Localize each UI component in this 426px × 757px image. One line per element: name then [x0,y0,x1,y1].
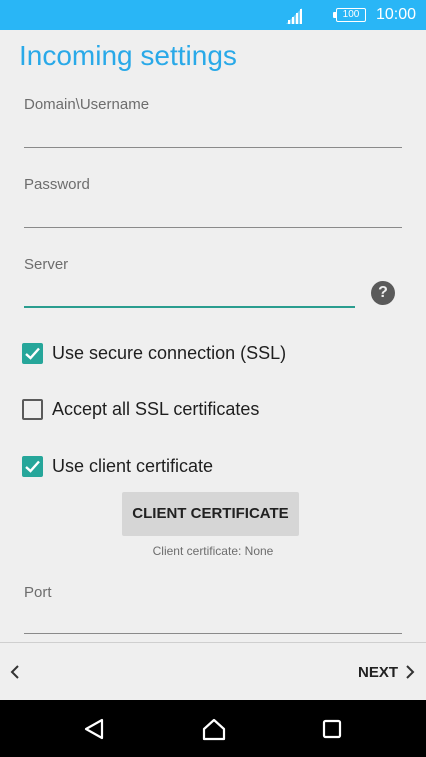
username-field[interactable] [24,147,402,148]
port-field[interactable] [24,633,402,634]
accept-all-ssl-checkbox[interactable] [22,398,43,420]
system-nav-bar [0,700,426,757]
status-bar: 100 10:00 [0,0,426,30]
nav-divider [0,642,426,643]
system-back-icon[interactable] [83,717,105,741]
status-time: 10:00 [375,6,416,23]
client-cert-option[interactable]: Use client certificate [22,454,213,478]
client-cert-label: Use client certificate [52,455,214,476]
battery-icon: 100 [333,8,366,22]
ssl-checkbox[interactable] [22,342,43,364]
client-certificate-button[interactable]: CLIENT CERTIFICATE [122,492,299,536]
password-field[interactable] [24,227,402,228]
client-cert-checkbox[interactable] [22,455,43,477]
page-title: Incoming settings [19,40,237,71]
system-home-icon[interactable] [201,717,227,741]
back-chevron-icon[interactable] [6,662,26,682]
chevron-right-icon [406,665,415,679]
ssl-option[interactable]: Use secure connection (SSL) [22,341,286,365]
accept-all-ssl-option[interactable]: Accept all SSL certificates [22,397,259,421]
server-field[interactable] [24,306,355,308]
help-icon[interactable]: ? [371,281,395,305]
system-recents-icon[interactable] [321,717,343,741]
accept-all-ssl-label: Accept all SSL certificates [52,398,260,419]
password-label: Password [24,176,90,193]
port-label: Port [24,584,52,601]
ssl-label: Use secure connection (SSL) [52,342,287,363]
server-label: Server [24,256,69,273]
next-label: NEXT [357,663,398,681]
username-label: Domain\Username [24,96,150,113]
next-button[interactable]: NEXT [358,662,416,682]
client-cert-status: Client certificate: None [152,544,274,558]
signal-icon [286,8,302,24]
